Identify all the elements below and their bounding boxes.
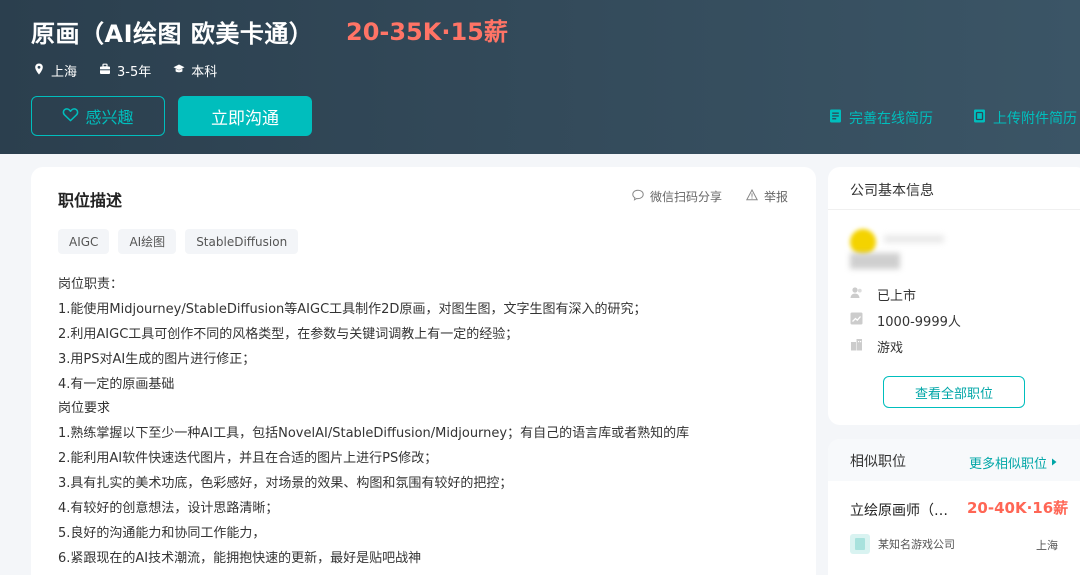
briefcase-icon bbox=[99, 63, 111, 79]
chat-now-button[interactable]: 立即沟通 bbox=[178, 96, 312, 136]
similar-job-salary: 20-40K·16薪 bbox=[967, 499, 1069, 517]
similar-job-company[interactable]: 某知名游戏公司 bbox=[850, 534, 955, 554]
online-resume-label: 完善在线简历 bbox=[849, 111, 933, 127]
meta-city: 上海 bbox=[33, 61, 77, 80]
attachment-file-icon bbox=[973, 109, 986, 127]
company-stage-row: 已上市 bbox=[850, 285, 916, 304]
location-pin-icon bbox=[33, 63, 45, 79]
upload-resume-label: 上传附件简历 bbox=[993, 111, 1077, 127]
description-line: 2.利用AIGC工具可创作不同的风格类型，在参数与关键词调教上有一定的经验； bbox=[58, 326, 519, 342]
meta-experience-label: 3-5年 bbox=[117, 65, 152, 80]
company-size: 1000-9999人 bbox=[877, 315, 961, 330]
heart-icon bbox=[62, 106, 79, 127]
report-label: 举报 bbox=[763, 190, 788, 204]
description-line: 1.熟练掌握以下至少一种AI工具，包括NovelAI/StableDiffusi… bbox=[58, 426, 690, 442]
warning-triangle-icon bbox=[745, 188, 759, 204]
job-header: 原画（AI绘图 欧美卡通） 20-35K·15薪 上海 3-5年 本科 感兴趣 … bbox=[0, 0, 1080, 154]
chat-bubble-icon bbox=[632, 189, 644, 204]
meta-experience: 3-5年 bbox=[99, 61, 151, 80]
company-logo[interactable] bbox=[850, 229, 944, 271]
more-similar-jobs-link[interactable]: 更多相似职位 bbox=[969, 453, 1057, 472]
company-logo-icon bbox=[850, 534, 870, 554]
caret-right-icon bbox=[1051, 455, 1057, 470]
similar-job-city: 上海 bbox=[1036, 539, 1058, 552]
description-line: 3.具有扎实的美术功底，色彩感好，对场景的效果、构图和氛围有较好的把控； bbox=[58, 476, 513, 492]
report-button[interactable]: 举报 bbox=[745, 188, 788, 205]
divider bbox=[828, 209, 1080, 210]
company-stage: 已上市 bbox=[877, 289, 917, 304]
description-line: 2.能利用AI软件快速迭代图片，并且在合适的图片上进行PS修改； bbox=[58, 451, 438, 467]
job-salary: 20-35K·15薪 bbox=[346, 18, 508, 46]
online-resume-link[interactable]: 完善在线简历 bbox=[829, 108, 933, 128]
job-title: 原画（AI绘图 欧美卡通） bbox=[31, 20, 314, 48]
job-description-card: 职位描述 微信扫码分享 举报 AIGC AI绘图 StableDiffusion… bbox=[31, 167, 816, 575]
card-actions: 微信扫码分享 举报 bbox=[632, 188, 788, 205]
building-icon bbox=[850, 338, 863, 355]
job-description-title: 职位描述 bbox=[58, 191, 123, 210]
job-meta: 上海 3-5年 本科 bbox=[33, 61, 217, 80]
meta-degree: 本科 bbox=[173, 61, 217, 80]
description-line: 1.能使用Midjourney/StableDiffusion等AIGC工具制作… bbox=[58, 301, 647, 317]
description-line: 4.有一定的原画基础 bbox=[58, 376, 175, 392]
graduation-cap-icon bbox=[173, 63, 185, 79]
upload-resume-link[interactable]: 上传附件简历 bbox=[973, 108, 1077, 128]
skill-tag: StableDiffusion bbox=[185, 229, 299, 254]
interest-label: 感兴趣 bbox=[85, 108, 134, 127]
company-info-card: 公司基本信息 已上市 1000-9999人 游戏 查看全部职位 bbox=[828, 167, 1080, 425]
interest-button[interactable]: 感兴趣 bbox=[31, 96, 165, 136]
description-line: 岗位职责： bbox=[58, 277, 124, 292]
skill-tag: AI绘图 bbox=[118, 229, 177, 254]
wechat-share-button[interactable]: 微信扫码分享 bbox=[632, 188, 722, 205]
more-similar-label: 更多相似职位 bbox=[969, 457, 1048, 472]
description-line: 5.良好的沟通能力和协同工作能力， bbox=[58, 525, 266, 541]
view-all-jobs-button[interactable]: 查看全部职位 bbox=[883, 376, 1025, 408]
skill-tags: AIGC AI绘图 StableDiffusion bbox=[58, 229, 299, 254]
people-icon bbox=[850, 286, 863, 303]
similar-job-title[interactable]: 立绘原画师（… bbox=[850, 500, 948, 520]
description-line: 岗位要求 bbox=[58, 401, 111, 417]
meta-degree-label: 本科 bbox=[191, 65, 218, 80]
company-size-row: 1000-9999人 bbox=[850, 311, 961, 330]
similar-jobs-card: 相似职位 更多相似职位 立绘原画师（… 20-40K·16薪 某知名游戏公司 上… bbox=[828, 439, 1080, 575]
company-industry-row: 游戏 bbox=[850, 337, 903, 356]
similar-jobs-title: 相似职位 bbox=[850, 454, 906, 470]
job-description-text: 岗位职责： 1.能使用Midjourney/StableDiffusion等AI… bbox=[58, 273, 798, 572]
skill-tag: AIGC bbox=[58, 229, 110, 254]
description-line: 3.用PS对AI生成的图片进行修正； bbox=[58, 351, 256, 367]
wechat-share-label: 微信扫码分享 bbox=[649, 190, 722, 204]
trend-chart-icon bbox=[850, 312, 863, 329]
company-info-title: 公司基本信息 bbox=[850, 183, 934, 199]
meta-city-label: 上海 bbox=[51, 65, 78, 80]
similar-company-name: 某知名游戏公司 bbox=[878, 538, 955, 551]
description-line: 4.有较好的创意想法，设计思路清晰； bbox=[58, 501, 279, 517]
description-line: 6.紧跟现在的AI技术潮流，能拥抱快速的更新，最好是贴吧战神 bbox=[58, 550, 422, 566]
document-icon bbox=[829, 109, 842, 127]
company-industry: 游戏 bbox=[877, 341, 904, 356]
